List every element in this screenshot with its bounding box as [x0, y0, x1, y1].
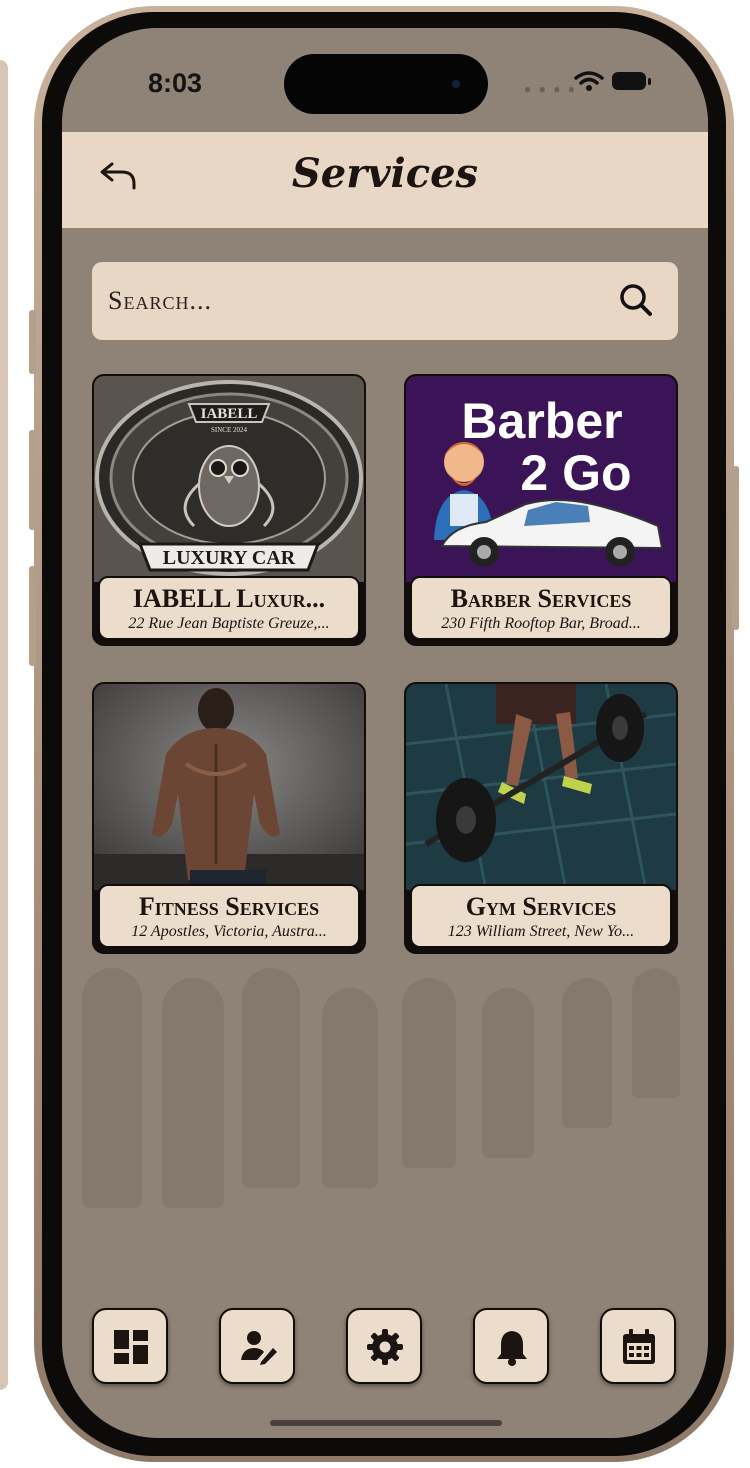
edit-profile-icon [241, 1331, 277, 1365]
service-card[interactable]: Fitness Services 12 Apostles, Victoria, … [92, 682, 366, 954]
battery-icon [612, 72, 651, 90]
service-card[interactable]: SINCE 2024 IABELL LUXURY CAR IABELL Luxu… [92, 374, 366, 646]
page-title: Services [291, 150, 479, 197]
card-address: 22 Rue Jean Baptiste Greuze,... [128, 615, 330, 632]
search-icon[interactable] [616, 280, 656, 320]
card-title: Barber Services [450, 584, 632, 613]
card-address: 12 Apostles, Victoria, Austra... [131, 923, 327, 940]
card-title: IABELL Luxur... [132, 584, 326, 613]
settings-gear-icon [367, 1329, 403, 1365]
camera-icon [452, 80, 460, 88]
status-time: 8:03 [148, 68, 203, 98]
nav-notifications-button[interactable] [473, 1308, 549, 1384]
home-indicator[interactable] [270, 1420, 502, 1426]
status-bar: 8:03 ● ● ● ● [62, 28, 708, 132]
iabell-logo-image: SINCE 2024 IABELL LUXURY CAR [94, 376, 364, 582]
card-title: Fitness Services [138, 892, 320, 921]
logo-small-text: SINCE 2024 [211, 426, 247, 434]
app-header: Services [62, 132, 708, 228]
calendar-icon [623, 1329, 655, 1364]
signal-icon: ● ● ● ● [524, 82, 577, 96]
wifi-icon [574, 71, 604, 91]
app-screen: 8:03 ● ● ● ● Services Search... SINCE 20… [62, 28, 708, 1438]
logo-bottom-text: LUXURY CAR [163, 547, 296, 569]
card-address: 123 William Street, New Yo... [447, 923, 635, 940]
nav-calendar-button[interactable] [600, 1308, 676, 1384]
volume-up-button [29, 430, 36, 530]
nav-edit-profile-button[interactable] [219, 1308, 295, 1384]
nav-settings-button[interactable] [346, 1308, 422, 1384]
card-label: Barber Services 230 Fifth Rooftop Bar, B… [410, 576, 672, 640]
card-label: Gym Services 123 William Street, New Yo.… [410, 884, 672, 948]
card-address: 230 Fifth Rooftop Bar, Broad... [441, 615, 641, 632]
fitness-photo [94, 684, 364, 890]
dashboard-icon [114, 1330, 148, 1364]
status-icons: ● ● ● ● [524, 71, 654, 98]
search-input[interactable]: Search... [108, 286, 212, 316]
dynamic-island [284, 54, 488, 114]
nav-dashboard-button[interactable] [92, 1308, 168, 1384]
card-label: IABELL Luxur... 22 Rue Jean Baptiste Gre… [98, 576, 360, 640]
adjacent-device-edge [0, 60, 8, 1390]
barber-line2: 2 Go [520, 445, 631, 501]
power-button [732, 466, 739, 630]
service-card[interactable]: Barber 2 Go Barber Services 230 Fifth Ro… [404, 374, 678, 646]
logo-top-text: IABELL [201, 406, 258, 422]
volume-down-button [29, 566, 36, 666]
action-button [29, 310, 36, 374]
barber-line1: Barber [461, 393, 622, 449]
gym-photo [406, 684, 676, 890]
notification-bell-icon [497, 1331, 527, 1366]
service-card[interactable]: Gym Services 123 William Street, New Yo.… [404, 682, 678, 954]
barber-logo-image: Barber 2 Go [406, 376, 676, 582]
search-bar[interactable]: Search... [92, 262, 678, 340]
card-label: Fitness Services 12 Apostles, Victoria, … [98, 884, 360, 948]
card-title: Gym Services [465, 892, 617, 921]
